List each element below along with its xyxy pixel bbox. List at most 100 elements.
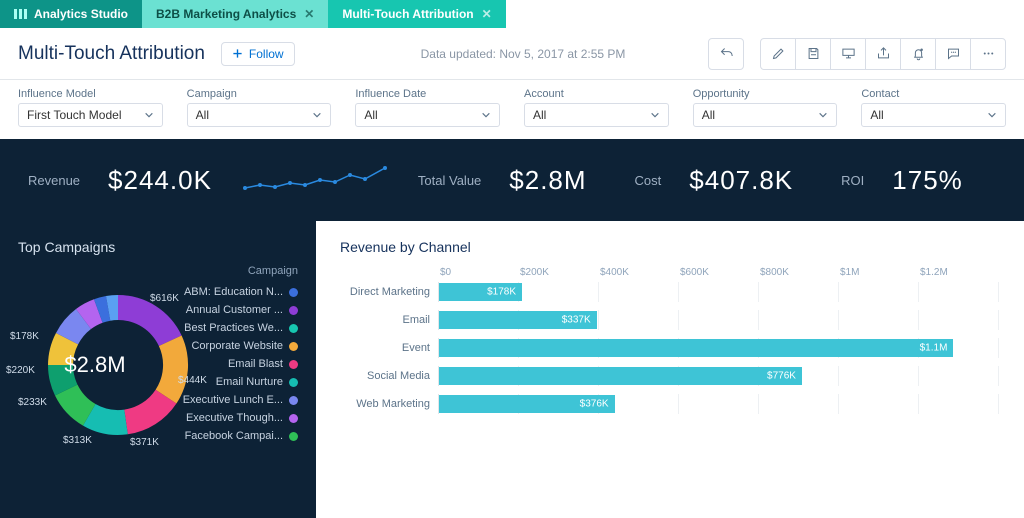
tab-label: B2B Marketing Analytics	[156, 7, 296, 21]
filter-select[interactable]: All	[693, 103, 838, 127]
chevron-down-icon	[144, 110, 154, 120]
legend-swatch	[289, 288, 298, 297]
bell-icon	[911, 46, 926, 61]
bar-fill: $776K	[439, 367, 802, 385]
bar-value: $776K	[767, 371, 796, 382]
edit-button[interactable]	[760, 38, 796, 70]
donut-callout: $313K	[63, 435, 92, 446]
filter-influence-date: Influence Date All	[355, 88, 500, 127]
filter-label: Account	[524, 88, 669, 100]
filter-label: Campaign	[187, 88, 332, 100]
bar-fill: $1.1M	[439, 339, 953, 357]
top-campaigns-panel: Top Campaigns	[0, 221, 316, 518]
toolbar-group	[760, 38, 1006, 70]
axis-tick: $600K	[680, 267, 760, 278]
chevron-down-icon	[312, 110, 322, 120]
filter-select[interactable]: First Touch Model	[18, 103, 163, 127]
axis-tick: $1M	[840, 267, 920, 278]
chat-icon	[946, 46, 961, 61]
donut-callout: $178K	[10, 331, 39, 342]
share-icon	[876, 46, 891, 61]
bar-label: Web Marketing	[340, 398, 438, 410]
total-value: $2.8M	[509, 165, 586, 196]
bar-row[interactable]: Direct Marketing $178K	[340, 278, 1000, 306]
follow-button[interactable]: Follow	[221, 42, 295, 66]
filter-select[interactable]: All	[861, 103, 1006, 127]
filter-value: All	[196, 108, 209, 122]
bar-fill: $178K	[439, 283, 522, 301]
follow-label: Follow	[249, 47, 284, 61]
revenue-by-channel-panel: Revenue by Channel $0$200K$400K$600K$800…	[316, 221, 1024, 518]
tab-label: Multi-Touch Attribution	[342, 7, 473, 21]
close-icon[interactable]: ✕	[482, 7, 492, 21]
legend-swatch	[289, 414, 298, 423]
filter-select[interactable]: All	[187, 103, 332, 127]
bar-track: $178K	[438, 282, 1000, 302]
filter-bar: Influence Model First Touch Model Campai…	[0, 80, 1024, 139]
bar-track: $776K	[438, 366, 1000, 386]
analytics-icon	[14, 9, 28, 19]
legend-swatch	[289, 378, 298, 387]
bar-value: $337K	[562, 315, 591, 326]
donut-chart[interactable]: $2.8M $616K $178K $220K $233K $313K $371…	[18, 265, 172, 465]
filter-label: Influence Date	[355, 88, 500, 100]
data-updated-text: Data updated: Nov 5, 2017 at 2:55 PM	[421, 47, 626, 61]
undo-button[interactable]	[708, 38, 744, 70]
close-icon[interactable]: ✕	[304, 7, 314, 21]
filter-campaign: Campaign All	[187, 88, 332, 127]
donut-callout: $616K	[150, 293, 179, 304]
filter-account: Account All	[524, 88, 669, 127]
notifications-button[interactable]	[900, 38, 936, 70]
chevron-down-icon	[481, 110, 491, 120]
axis-tick: $400K	[600, 267, 680, 278]
bar-row[interactable]: Social Media $776K	[340, 362, 1000, 390]
filter-label: Influence Model	[18, 88, 163, 100]
filter-value: All	[870, 108, 883, 122]
share-button[interactable]	[865, 38, 901, 70]
bar-row[interactable]: Email $337K	[340, 306, 1000, 334]
pencil-icon	[771, 46, 786, 61]
bar-value: $178K	[487, 287, 516, 298]
donut-callout: $371K	[130, 437, 159, 448]
content-area: Top Campaigns	[0, 221, 1024, 518]
tab-analytics-studio[interactable]: Analytics Studio	[0, 0, 142, 28]
legend-label: Email Nurture	[216, 376, 283, 388]
filter-value: All	[533, 108, 546, 122]
donut-callout: $220K	[6, 365, 35, 376]
page-header: Multi-Touch Attribution Follow Data upda…	[0, 28, 1024, 80]
tab-multi-touch-attribution[interactable]: Multi-Touch Attribution ✕	[328, 0, 505, 28]
filter-contact: Contact All	[861, 88, 1006, 127]
bar-track: $1.1M	[438, 338, 1000, 358]
comments-button[interactable]	[935, 38, 971, 70]
present-button[interactable]	[830, 38, 866, 70]
donut-callout: $444K	[178, 375, 207, 386]
save-button[interactable]	[795, 38, 831, 70]
bar-track: $337K	[438, 310, 1000, 330]
revenue-label: Revenue	[28, 173, 80, 188]
legend-swatch	[289, 396, 298, 405]
legend-swatch	[289, 342, 298, 351]
metrics-bar: Revenue $244.0K Total Value $2.8M Cost $…	[0, 139, 1024, 221]
roi-value: 175%	[892, 165, 963, 196]
legend-swatch	[289, 306, 298, 315]
legend-label: Email Blast	[228, 358, 283, 370]
bar-row[interactable]: Web Marketing $376K	[340, 390, 1000, 418]
bar-label: Direct Marketing	[340, 286, 438, 298]
filter-value: First Touch Model	[27, 108, 121, 122]
presentation-icon	[841, 46, 856, 61]
total-value-label: Total Value	[418, 173, 481, 188]
bar-chart[interactable]: $0$200K$400K$600K$800K$1M$1.2M Direct Ma…	[340, 267, 1000, 418]
bar-row[interactable]: Event $1.1M	[340, 334, 1000, 362]
axis-tick: $0	[440, 267, 520, 278]
save-icon	[806, 46, 821, 61]
page-title: Multi-Touch Attribution	[18, 43, 205, 65]
filter-value: All	[364, 108, 377, 122]
filter-select[interactable]: All	[524, 103, 669, 127]
revenue-value: $244.0K	[108, 165, 212, 196]
more-button[interactable]	[970, 38, 1006, 70]
chevron-down-icon	[987, 110, 997, 120]
bar-value: $1.1M	[920, 343, 948, 354]
filter-select[interactable]: All	[355, 103, 500, 127]
tab-b2b-marketing[interactable]: B2B Marketing Analytics ✕	[142, 0, 328, 28]
roi-label: ROI	[841, 173, 864, 188]
